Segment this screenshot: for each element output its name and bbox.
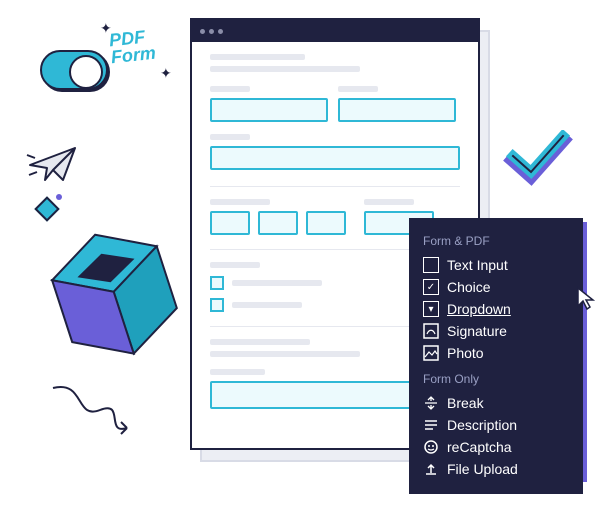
checkbox[interactable] <box>210 276 224 290</box>
cube-decor <box>37 208 204 381</box>
text-field[interactable] <box>338 98 456 122</box>
file-upload-icon <box>423 461 439 477</box>
checkbox[interactable] <box>210 298 224 312</box>
menu-item-label: reCaptcha <box>447 439 512 455</box>
squiggle-decor <box>45 380 135 440</box>
field-type-menu: Form & PDF Text Input ✓ Choice ▾ Dropdow… <box>409 218 583 494</box>
menu-item-label: Text Input <box>447 257 508 273</box>
dropdown-icon: ▾ <box>423 301 439 317</box>
menu-item-label: Photo <box>447 345 484 361</box>
menu-item-label: Description <box>447 417 517 433</box>
pdf-form-badge: PDF Form <box>108 28 156 67</box>
menu-item-label: Break <box>447 395 484 411</box>
placeholder-line <box>210 54 305 60</box>
menu-item-label: Choice <box>447 279 491 295</box>
sparkle-icon: ✦ <box>160 65 172 82</box>
recaptcha-icon <box>423 439 439 455</box>
menu-item-label: Signature <box>447 323 507 339</box>
break-icon <box>423 395 439 411</box>
menu-item-label: File Upload <box>447 461 518 477</box>
field-label-placeholder <box>210 369 265 375</box>
field-label-placeholder <box>210 134 250 140</box>
menu-item-signature[interactable]: Signature <box>423 320 569 342</box>
description-icon <box>423 417 439 433</box>
checkmark-decor <box>503 130 573 190</box>
small-field[interactable] <box>210 211 250 235</box>
field-label-placeholder <box>210 199 270 205</box>
menu-item-choice[interactable]: ✓ Choice <box>423 276 569 298</box>
choice-label-placeholder <box>232 302 302 308</box>
text-input-icon <box>423 257 439 273</box>
placeholder-line <box>210 351 360 357</box>
menu-item-label: Dropdown <box>447 301 511 317</box>
field-label-placeholder <box>210 86 250 92</box>
field-label-placeholder <box>338 86 378 92</box>
placeholder-line <box>210 339 310 345</box>
field-label-placeholder <box>210 262 260 268</box>
choice-icon: ✓ <box>423 279 439 295</box>
small-field[interactable] <box>306 211 346 235</box>
field-label-placeholder <box>364 199 414 205</box>
window-titlebar <box>192 20 478 42</box>
menu-item-recaptcha[interactable]: reCaptcha <box>423 436 569 458</box>
small-field[interactable] <box>258 211 298 235</box>
choice-label-placeholder <box>232 280 322 286</box>
text-field[interactable] <box>210 146 460 170</box>
menu-item-text-input[interactable]: Text Input <box>423 254 569 276</box>
menu-item-file-upload[interactable]: File Upload <box>423 458 569 480</box>
menu-item-break[interactable]: Break <box>423 392 569 414</box>
divider <box>210 186 460 187</box>
placeholder-line <box>210 66 360 72</box>
menu-section-header: Form & PDF <box>423 234 569 248</box>
diamond-decor <box>38 200 60 222</box>
menu-section-header: Form Only <box>423 372 569 386</box>
text-field[interactable] <box>210 98 328 122</box>
signature-icon <box>423 323 439 339</box>
menu-item-photo[interactable]: Photo <box>423 342 569 364</box>
paperplane-icon <box>25 140 85 190</box>
menu-item-dropdown[interactable]: ▾ Dropdown <box>423 298 569 320</box>
photo-icon <box>423 345 439 361</box>
menu-item-description[interactable]: Description <box>423 414 569 436</box>
toggle-decor <box>40 50 108 90</box>
